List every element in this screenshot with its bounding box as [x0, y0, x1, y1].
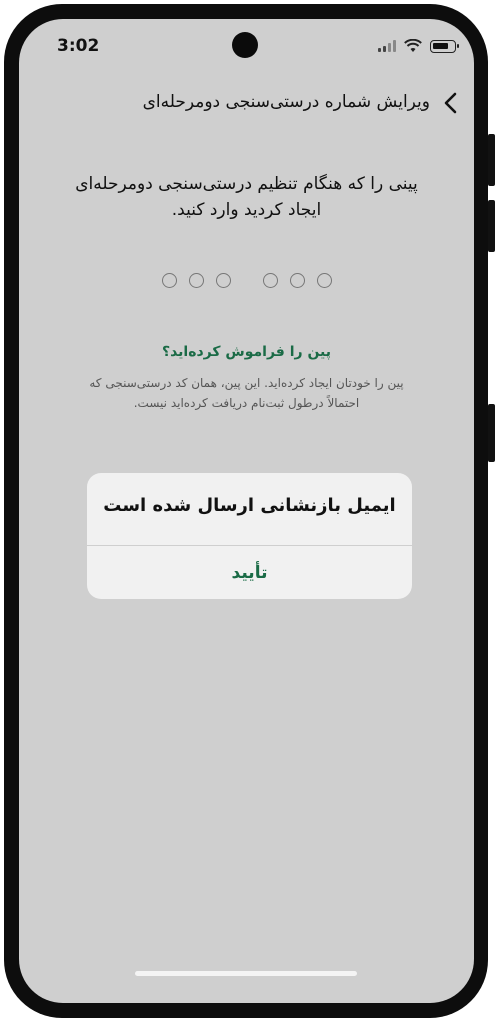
- pin-help-line-2: احتمالاً درطول ثبت‌نام دریافت کرده‌اید ن…: [133, 396, 360, 410]
- pin-prompt-line-2: ایجاد کردید وارد کنید.: [171, 200, 322, 220]
- signal-icon: [378, 40, 396, 52]
- screen: 3:02 ویرایش شماره درستی‌سنجی دومرحله‌ای …: [19, 19, 474, 1003]
- home-indicator[interactable]: [135, 971, 357, 976]
- forgot-pin-link[interactable]: پین را فراموش کرده‌اید؟: [19, 344, 474, 360]
- power-button: [488, 404, 495, 462]
- pin-digit: [316, 273, 332, 288]
- pin-digit: [161, 273, 177, 288]
- pin-input[interactable]: [19, 273, 474, 288]
- status-time: 3:02: [57, 36, 100, 56]
- pin-prompt-line-1: پینی را که هنگام تنظیم درستی‌سنجی دومرحل…: [75, 174, 418, 194]
- camera-cutout: [232, 32, 258, 58]
- pin-digit: [188, 273, 204, 288]
- pin-help-line-1: پین را خودتان ایجاد کرده‌اید. این پین، ه…: [89, 376, 404, 390]
- pin-digit: [215, 273, 231, 288]
- status-icons: [378, 39, 459, 53]
- page-title: ویرایش شماره درستی‌سنجی دومرحله‌ای: [142, 92, 430, 112]
- chevron-back-icon[interactable]: [440, 91, 464, 115]
- pin-prompt: پینی را که هنگام تنظیم درستی‌سنجی دومرحل…: [49, 171, 444, 223]
- wifi-icon: [404, 39, 422, 52]
- alert-title: ایمیل بازنشانی ارسال شده است: [103, 495, 396, 516]
- battery-icon: [430, 39, 459, 53]
- volume-up-button: [488, 134, 495, 186]
- pin-digit: [289, 273, 305, 288]
- confirm-button[interactable]: تأیید: [87, 546, 412, 599]
- volume-down-button: [488, 200, 495, 252]
- pin-help-text: پین را خودتان ایجاد کرده‌اید. این پین، ه…: [59, 373, 434, 413]
- reset-email-alert: ایمیل بازنشانی ارسال شده است تأیید: [87, 473, 412, 599]
- pin-digit: [262, 273, 278, 288]
- header: ویرایش شماره درستی‌سنجی دومرحله‌ای: [19, 83, 474, 123]
